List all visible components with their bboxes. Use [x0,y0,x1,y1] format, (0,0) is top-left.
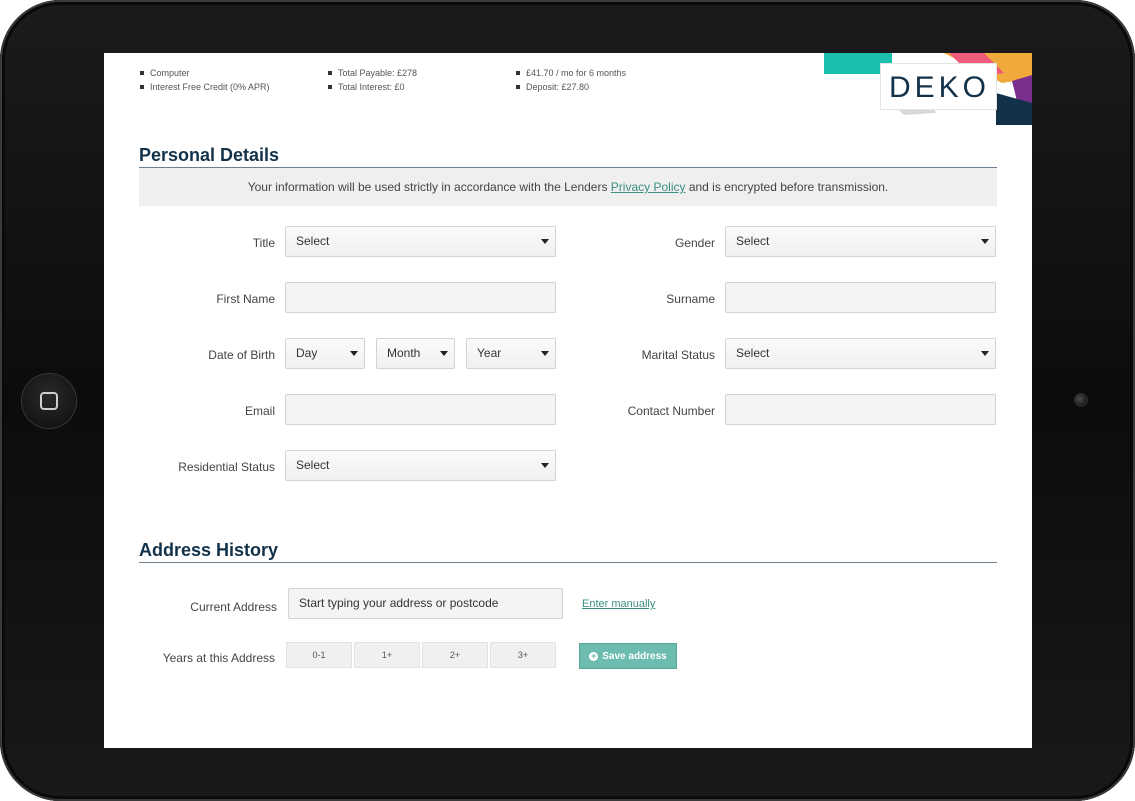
residential-status-select[interactable]: Select [285,450,556,481]
tablet-frame: Computer Interest Free Credit (0% APR) T… [0,0,1135,801]
save-address-label: Save address [602,650,667,662]
gender-select-value: Select [736,234,770,248]
privacy-policy-link[interactable]: Privacy Policy [611,180,686,194]
years-at-address-options: 0-1 1+ 2+ 3+ [286,642,556,668]
summary-column-1: Computer Interest Free Credit (0% APR) [138,66,270,94]
chevron-down-icon [541,351,549,356]
address-history-heading: Address History [139,540,279,560]
logo-box: DEKO [880,63,997,110]
privacy-notice: Your information will be used strictly i… [139,168,997,206]
summary-item: £41.70 / mo for 6 months [514,66,626,80]
summary-column-2: Total Payable: £278 Total Interest: £0 [326,66,417,94]
deko-logo: DEKO [824,53,1032,125]
title-select-value: Select [296,234,330,248]
summary-item: Deposit: £27.80 [514,80,626,94]
marital-status-select[interactable]: Select [725,338,996,369]
email-label: Email [244,404,275,418]
dob-year-value: Year [477,346,502,360]
notice-text-end: and is encrypted before transmission. [685,180,889,194]
screen: Computer Interest Free Credit (0% APR) T… [104,53,1032,748]
years-at-address-label: Years at this Address [162,651,275,665]
enter-manually-link[interactable]: Enter manually [582,598,655,610]
residential-status-value: Select [296,458,330,472]
marital-status-value: Select [736,346,770,360]
email-field[interactable] [285,394,556,425]
marital-status-label: Marital Status [641,348,715,362]
plus-circle-icon: + [589,650,599,661]
chevron-down-icon [541,239,549,244]
loan-summary: Computer Interest Free Credit (0% APR) T… [104,53,804,103]
dob-label: Date of Birth [208,348,275,362]
current-address-placeholder: Start typing your address or postcode [299,596,499,610]
chevron-down-icon [440,351,448,356]
summary-column-3: £41.70 / mo for 6 months Deposit: £27.80 [514,66,626,94]
summary-item: Total Interest: £0 [326,80,417,94]
dob-month-select[interactable]: Month [376,338,455,369]
contact-number-label: Contact Number [627,404,715,418]
gender-label: Gender [674,236,715,250]
years-option-1-plus[interactable]: 1+ [354,642,420,668]
dob-day-value: Day [296,346,318,360]
first-name-label: First Name [216,292,275,306]
logo-text: DEKO [888,71,991,104]
chevron-down-icon [981,351,989,356]
title-label: Title [252,236,275,250]
chevron-down-icon [981,239,989,244]
home-square-icon [40,392,58,410]
summary-item: Total Payable: £278 [326,66,417,80]
years-option-2-plus[interactable]: 2+ [422,642,488,668]
current-address-input[interactable]: Start typing your address or postcode [288,588,563,619]
summary-item: Computer [138,66,270,80]
residential-status-label: Residential Status [178,460,275,474]
summary-item: Interest Free Credit (0% APR) [138,80,270,94]
chevron-down-icon [350,351,358,356]
save-address-button[interactable]: + Save address [579,643,677,669]
dob-year-select[interactable]: Year [466,338,556,369]
camera-icon [1075,394,1087,406]
dob-month-value: Month [387,346,421,360]
personal-details-heading: Personal Details [139,145,280,165]
notice-text: Your information will be used strictly i… [247,180,611,194]
years-option-0-1[interactable]: 0-1 [286,642,352,668]
years-option-3-plus[interactable]: 3+ [490,642,556,668]
first-name-field[interactable] [285,282,556,313]
chevron-down-icon [541,463,549,468]
title-select[interactable]: Select [285,226,556,257]
home-button[interactable] [22,374,76,428]
surname-label: Surname [666,292,715,306]
gender-select[interactable]: Select [725,226,996,257]
dob-day-select[interactable]: Day [285,338,365,369]
divider [139,562,997,563]
surname-field[interactable] [725,282,996,313]
contact-number-field[interactable] [725,394,996,425]
current-address-label: Current Address [190,600,277,614]
